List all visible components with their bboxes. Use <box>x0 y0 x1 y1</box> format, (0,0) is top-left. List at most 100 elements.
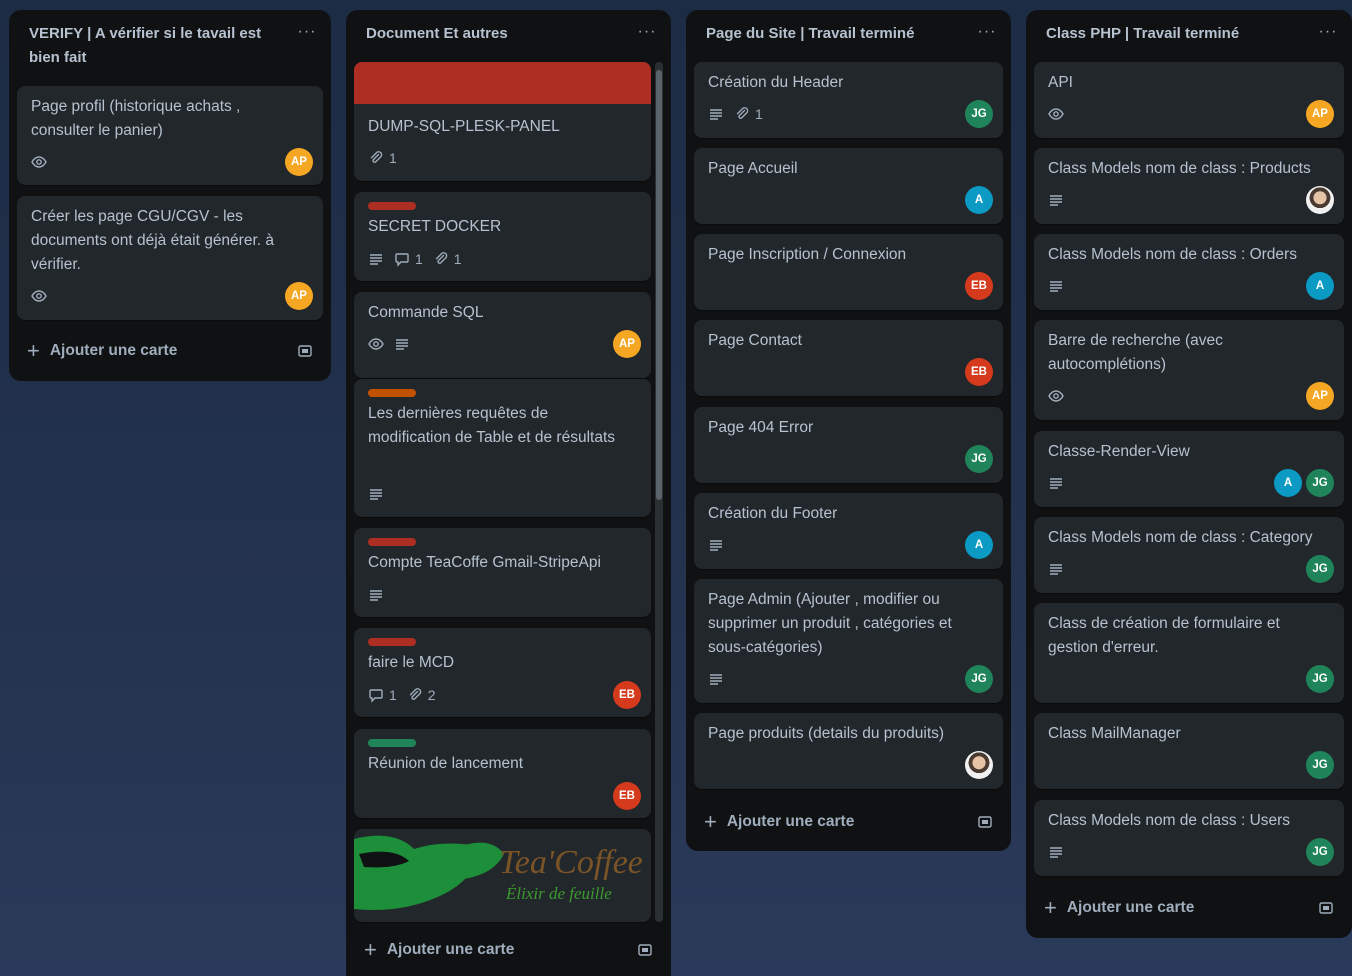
avatar-jg[interactable]: JG <box>965 445 993 473</box>
eye-icon <box>31 288 47 304</box>
card-badges <box>1048 102 1064 126</box>
card-label-red[interactable] <box>368 538 416 546</box>
card-template-icon[interactable] <box>637 942 653 958</box>
card-title: Page Accueil <box>708 160 798 177</box>
avatar-a[interactable]: A <box>965 531 993 559</box>
card[interactable]: Class de création de formulaire et gesti… <box>1034 603 1344 703</box>
card-label-red[interactable] <box>368 202 416 210</box>
card-badges <box>368 583 384 607</box>
card-badges <box>1048 840 1064 864</box>
card[interactable]: API AP <box>1034 62 1344 138</box>
avatar-jg[interactable]: JG <box>1306 665 1334 693</box>
card[interactable]: Page 404 Error JG <box>694 407 1003 483</box>
avatar-photo[interactable] <box>1306 186 1334 214</box>
list-title[interactable]: Document Et autres <box>354 10 663 56</box>
add-card-button[interactable]: + Ajouter une carte <box>354 932 663 968</box>
card[interactable]: Compte TeaCoffe Gmail-StripeApi <box>354 528 651 617</box>
card-template-icon[interactable] <box>297 343 313 359</box>
avatar-jg[interactable]: JG <box>1306 751 1334 779</box>
add-card-button[interactable]: + Ajouter une carte <box>17 333 323 369</box>
comment-badge: 1 <box>394 251 423 267</box>
card[interactable]: DUMP-SQL-PLESK-PANEL 1 <box>354 62 651 181</box>
card[interactable]: Page produits (details du produits) <box>694 713 1003 789</box>
list-menu-button[interactable]: ··· <box>295 22 319 46</box>
card-badges: 1 <box>708 102 763 126</box>
card-label-green[interactable] <box>368 739 416 747</box>
card[interactable]: Class Models nom de class : Orders A <box>1034 234 1344 310</box>
card[interactable]: Class Models nom de class : Users JG <box>1034 800 1344 876</box>
card-badges <box>1048 384 1064 408</box>
avatar-eb[interactable]: EB <box>965 358 993 386</box>
plus-icon: + <box>1044 895 1057 920</box>
card[interactable]: Réunion de lancement EB <box>354 729 651 818</box>
card-logo-cover[interactable]: Tea'Coffee Élixir de feuille <box>354 829 651 922</box>
card-badges <box>708 667 724 691</box>
attachment-badge: 1 <box>734 106 763 122</box>
card-title: Class Models nom de class : Category <box>1048 529 1313 546</box>
card[interactable]: Class Models nom de class : Category JG <box>1034 517 1344 593</box>
list-menu-button[interactable]: ··· <box>1316 22 1340 46</box>
card[interactable]: Page profil (historique achats , consult… <box>17 86 323 185</box>
logo-subtitle: Élixir de feuille <box>505 884 612 903</box>
list-menu-button[interactable]: ··· <box>635 22 659 46</box>
card[interactable]: Page Accueil A <box>694 148 1003 224</box>
card-label-red[interactable] <box>368 638 416 646</box>
card[interactable]: Barre de recherche (avec autocomplétions… <box>1034 320 1344 420</box>
card[interactable]: Class Models nom de class : Products <box>1034 148 1344 224</box>
card-title: Création du Footer <box>708 505 838 522</box>
avatar-jg[interactable]: JG <box>1306 838 1334 866</box>
card[interactable]: Création du Footer A <box>694 493 1003 569</box>
comment-count: 1 <box>389 687 397 703</box>
avatar-ap[interactable]: AP <box>1306 382 1334 410</box>
description-icon <box>708 106 724 122</box>
card-title: Page profil (historique achats , consult… <box>31 98 241 139</box>
scroll-thumb[interactable] <box>656 70 662 500</box>
card[interactable]: Créer les page CGU/CGV - les documents o… <box>17 196 323 320</box>
list-title[interactable]: Page du Site | Travail terminé <box>694 10 1003 56</box>
card-title: Barre de recherche (avec autocomplétions… <box>1048 332 1223 373</box>
avatar-ap[interactable]: AP <box>285 282 313 310</box>
add-card-button[interactable]: + Ajouter une carte <box>694 804 1003 840</box>
card[interactable]: Class MailManager JG <box>1034 713 1344 789</box>
card[interactable]: Page Admin (Ajouter , modifier ou suppri… <box>694 579 1003 703</box>
list-title[interactable]: Class PHP | Travail terminé <box>1034 10 1344 56</box>
avatar-a[interactable]: A <box>1274 469 1302 497</box>
list-title[interactable]: VERIFY | A vérifier si le tavail est bie… <box>17 10 323 80</box>
avatar-ap[interactable]: AP <box>1306 100 1334 128</box>
list-menu-button[interactable]: ··· <box>975 22 999 46</box>
board: VERIFY | A vérifier si le tavail est bie… <box>0 0 1352 976</box>
card[interactable]: SECRET DOCKER 1 1 <box>354 192 651 281</box>
avatar-jg[interactable]: JG <box>1306 469 1334 497</box>
avatar-photo[interactable] <box>965 751 993 779</box>
avatar-jg[interactable]: JG <box>1306 555 1334 583</box>
list-scrollbar[interactable] <box>655 62 663 922</box>
card[interactable]: faire le MCD 1 2 EB <box>354 628 651 717</box>
card[interactable]: Création du Header 1 JG <box>694 62 1003 138</box>
card[interactable]: Page Inscription / Connexion EB <box>694 234 1003 310</box>
card[interactable]: Les dernières requêtes de modification d… <box>354 379 651 517</box>
card[interactable]: Classe-Render-View A JG <box>1034 431 1344 507</box>
card-badges <box>368 332 410 356</box>
card-label-orange[interactable] <box>368 389 416 397</box>
description-icon <box>708 537 724 553</box>
card-badges <box>1048 274 1064 298</box>
card-template-icon[interactable] <box>977 814 993 830</box>
avatar-jg[interactable]: JG <box>965 665 993 693</box>
card[interactable]: Page Contact EB <box>694 320 1003 396</box>
avatar-eb[interactable]: EB <box>613 681 641 709</box>
add-card-button[interactable]: + Ajouter une carte <box>1034 890 1344 926</box>
attachment-count: 1 <box>755 106 763 122</box>
card-template-icon[interactable] <box>1318 900 1334 916</box>
avatar-ap[interactable]: AP <box>285 148 313 176</box>
card[interactable]: Commande SQL AP <box>354 292 651 378</box>
avatar-jg[interactable]: JG <box>965 100 993 128</box>
card-title: Class Models nom de class : Users <box>1048 812 1291 829</box>
avatar-a[interactable]: A <box>1306 272 1334 300</box>
avatar-eb[interactable]: EB <box>613 782 641 810</box>
paperclip-icon <box>409 688 422 700</box>
avatar-eb[interactable]: EB <box>965 272 993 300</box>
eye-icon <box>1048 106 1064 122</box>
avatar-ap[interactable]: AP <box>613 330 641 358</box>
logo-title: Tea'Coffee <box>499 844 643 881</box>
avatar-a[interactable]: A <box>965 186 993 214</box>
